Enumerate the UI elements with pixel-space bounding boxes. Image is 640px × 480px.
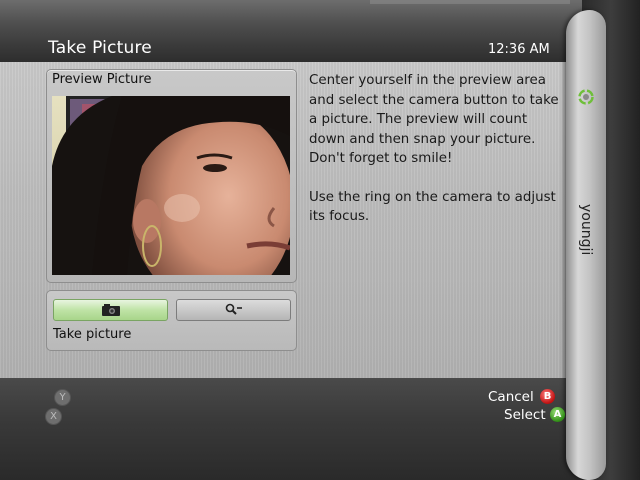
clock: 12:36 AM bbox=[488, 42, 550, 57]
zoom-out-icon bbox=[225, 303, 242, 315]
preview-label: Preview Picture bbox=[52, 72, 152, 87]
camera-preview-image bbox=[52, 96, 290, 275]
instructions-paragraph-1: Center yourself in the preview area and … bbox=[309, 73, 559, 166]
camera-icon bbox=[101, 304, 120, 316]
select-hint[interactable]: Select bbox=[504, 407, 546, 423]
camera-controls-panel: Take picture bbox=[46, 290, 297, 351]
instructions-paragraph-2: Use the ring on the camera to adjust its… bbox=[309, 189, 556, 225]
x-button-icon: X bbox=[45, 408, 62, 425]
zoom-out-button[interactable] bbox=[176, 299, 291, 321]
b-button-icon[interactable]: B bbox=[540, 389, 555, 404]
button-caption: Take picture bbox=[53, 327, 132, 342]
gamertag-label: youngji bbox=[578, 204, 594, 256]
instructions-text: Center yourself in the preview area and … bbox=[309, 71, 565, 246]
top-bar-highlight bbox=[370, 0, 570, 4]
y-button-icon: Y bbox=[54, 389, 71, 406]
cancel-hint[interactable]: Cancel bbox=[488, 389, 534, 405]
take-picture-button[interactable] bbox=[53, 299, 168, 321]
xbox-ring-icon bbox=[578, 89, 594, 105]
preview-panel: Preview Picture bbox=[46, 69, 297, 283]
page-title: Take Picture bbox=[48, 38, 152, 58]
a-button-icon[interactable]: A bbox=[550, 407, 565, 422]
camera-preview bbox=[52, 96, 290, 275]
